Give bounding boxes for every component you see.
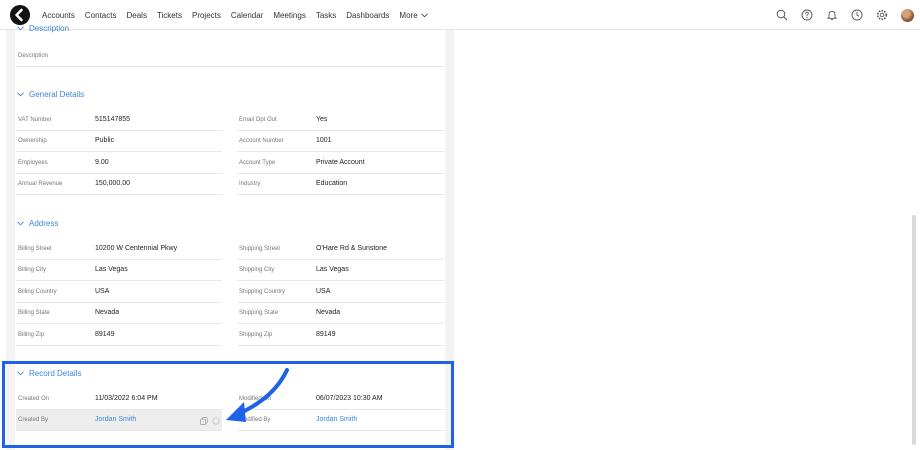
clock-icon[interactable] <box>851 9 863 21</box>
field-value[interactable]: 515147855 <box>95 116 130 123</box>
field-label: Annual Revenue <box>18 181 63 187</box>
section-title: Address <box>29 219 59 228</box>
field-label: Billing Country <box>18 289 57 295</box>
help-icon[interactable] <box>801 9 813 21</box>
section-title: General Details <box>29 90 85 99</box>
field-label: Account Type <box>239 160 276 166</box>
field-row-shipping-country: Shipping Country USA <box>237 282 444 303</box>
field-label: Shipping Zip <box>239 332 273 338</box>
section-general-header[interactable]: General Details <box>17 90 84 99</box>
field-value[interactable]: O'Hare Rd & Sunstone <box>316 245 387 252</box>
app-logo-icon[interactable] <box>10 5 30 25</box>
field-row-billing-country: Billing Country USA <box>16 282 222 303</box>
nav-meetings[interactable]: Meetings <box>273 11 305 20</box>
field-row-billing-city: Billing City Las Vegas <box>16 260 222 281</box>
field-value[interactable]: Las Vegas <box>316 266 349 273</box>
nav-accounts[interactable]: Accounts <box>42 11 75 20</box>
field-value[interactable]: USA <box>316 288 330 295</box>
field-label: Industry <box>239 181 261 187</box>
nav-dashboards[interactable]: Dashboards <box>346 11 389 20</box>
field-row-account-type: Account Type Private Account <box>237 153 444 174</box>
nav-tasks[interactable]: Tasks <box>316 11 336 20</box>
nav-contacts[interactable]: Contacts <box>85 11 117 20</box>
nav-projects[interactable]: Projects <box>192 11 221 20</box>
field-row-shipping-state: Shipping State Nevada <box>237 303 444 324</box>
nav-tickets[interactable]: Tickets <box>157 11 182 20</box>
field-value[interactable]: 1001 <box>316 137 332 144</box>
field-value[interactable]: Nevada <box>316 309 340 316</box>
field-value[interactable]: 10200 W Centennial Pkwy <box>95 245 177 252</box>
nav-more-label: More <box>399 10 418 20</box>
field-label: Account Number <box>239 138 284 144</box>
field-label: Email Opt Out <box>239 117 277 123</box>
field-row-employees: Employees 9.00 <box>16 153 222 174</box>
field-value[interactable]: Private Account <box>316 159 365 166</box>
header-actions <box>763 0 914 30</box>
field-value[interactable]: Nevada <box>95 309 119 316</box>
nav-deals[interactable]: Deals <box>126 11 146 20</box>
field-label: VAT Number <box>18 117 52 123</box>
field-value[interactable]: 9.00 <box>95 159 109 166</box>
field-value[interactable]: USA <box>95 288 109 295</box>
field-row-shipping-street: Shipping Street O'Hare Rd & Sunstone <box>237 239 444 260</box>
field-value[interactable]: Las Vegas <box>95 266 128 273</box>
field-label: Ownership <box>18 138 47 144</box>
chevron-down-icon <box>17 92 24 97</box>
chevron-down-icon <box>420 12 428 17</box>
field-row-shipping-city: Shipping City Las Vegas <box>237 260 444 281</box>
field-label: Employees <box>18 160 48 166</box>
field-row-billing-zip: Billing Zip 89149 <box>16 325 222 346</box>
field-label: Billing Zip <box>18 332 45 338</box>
search-icon[interactable] <box>776 9 788 21</box>
chevron-down-icon <box>17 26 24 31</box>
top-navigation-bar: Accounts Contacts Deals Tickets Projects… <box>0 0 920 30</box>
field-label: Description <box>18 53 49 59</box>
field-label: Shipping State <box>239 310 279 316</box>
gear-icon[interactable] <box>876 9 888 21</box>
bell-icon[interactable] <box>826 9 838 21</box>
field-row-annual-revenue: Annual Revenue 150,000.00 <box>16 174 222 195</box>
section-address-header[interactable]: Address <box>17 219 58 228</box>
field-label: Billing City <box>18 267 47 273</box>
field-label: Shipping City <box>239 267 275 273</box>
field-value[interactable]: 89149 <box>95 331 114 338</box>
field-label: Billing State <box>18 310 50 316</box>
field-label: Shipping Country <box>239 289 286 295</box>
field-row-description: Description <box>16 46 444 67</box>
section-description-header[interactable]: Description <box>17 24 69 33</box>
field-value[interactable]: Education <box>316 180 347 187</box>
section-title: Description <box>29 24 70 33</box>
field-row-vat-number: VAT Number 515147855 <box>16 110 222 131</box>
field-row-industry: Industry Education <box>237 174 444 195</box>
field-row-shipping-zip: Shipping Zip 89149 <box>237 325 444 346</box>
main-nav: Accounts Contacts Deals Tickets Projects… <box>42 0 428 30</box>
field-value[interactable]: 150,000.00 <box>95 180 130 187</box>
nav-more-menu[interactable]: More <box>399 10 428 20</box>
nav-calendar[interactable]: Calendar <box>231 11 263 20</box>
field-value[interactable]: Public <box>95 137 114 144</box>
field-value[interactable]: Yes <box>316 116 327 123</box>
field-row-ownership: Ownership Public <box>16 131 222 152</box>
field-value[interactable]: 89149 <box>316 331 335 338</box>
vertical-scrollbar[interactable] <box>912 215 916 445</box>
field-label: Shipping Street <box>239 246 281 252</box>
field-label: Billing Street <box>18 246 52 252</box>
field-row-account-number: Account Number 1001 <box>237 131 444 152</box>
annotation-arrow-icon <box>226 368 289 422</box>
chevron-down-icon <box>17 221 24 226</box>
user-avatar[interactable] <box>901 8 914 22</box>
right-empty-pane <box>454 30 920 450</box>
field-row-billing-street: Billing Street 10200 W Centennial Pkwy <box>16 239 222 260</box>
field-row-email-opt-out: Email Opt Out Yes <box>237 110 444 131</box>
field-row-billing-state: Billing State Nevada <box>16 303 222 324</box>
